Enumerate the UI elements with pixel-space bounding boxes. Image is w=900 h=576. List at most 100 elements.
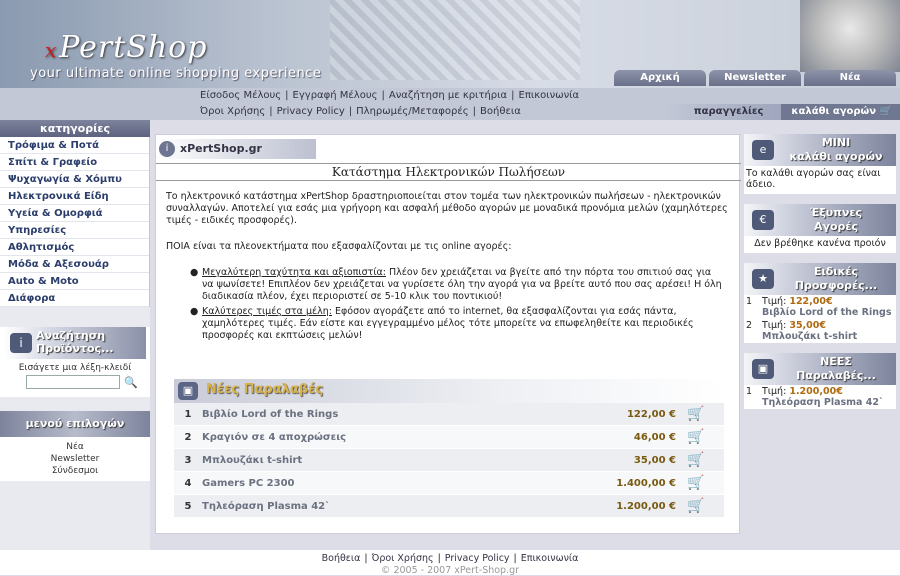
menu-links-link[interactable]: Σύνδεσμοι xyxy=(0,465,150,477)
nav-privacy-link[interactable]: Privacy Policy xyxy=(277,106,345,117)
product-price: 1.400,00 € xyxy=(616,477,676,489)
offer-price: 122,00€ xyxy=(789,296,833,307)
left-sidebar: κατηγορίες Τρόφιμα & Ποτά Σπίτι & Γραφεί… xyxy=(0,120,150,550)
tab-newsletter[interactable]: Newsletter xyxy=(709,70,801,86)
category-electronics[interactable]: Ηλεκτρονικά Είδη xyxy=(0,188,149,205)
site-footer: Βοήθεια | Όροι Χρήσης | Privacy Policy | Επικο… xyxy=(0,550,900,576)
add-to-cart-icon[interactable]: 🛒 xyxy=(676,406,716,422)
cart-bar: παραγγελίες καλάθι αγορών 🛒 xyxy=(663,104,900,120)
nav-sep: | xyxy=(348,106,353,117)
category-entertainment[interactable]: Ψυχαγωγία & Χόμπυ xyxy=(0,171,149,188)
bullet-icon: ● xyxy=(190,267,199,278)
new-title-line2: Παραλαβές... xyxy=(796,369,876,382)
orders-link[interactable]: παραγγελίες xyxy=(663,104,782,120)
offer-price: 35,00€ xyxy=(789,320,826,331)
product-number: 5 xyxy=(184,500,192,512)
add-to-cart-icon[interactable]: 🛒 xyxy=(676,498,716,514)
category-food[interactable]: Τρόφιμα & Ποτά xyxy=(0,137,149,154)
search-box-title: i Αναζήτηση Προϊόντος... xyxy=(4,327,146,359)
tagline: your ultimate online shopping experience xyxy=(30,66,322,81)
offers-title-line1: Ειδικές xyxy=(813,265,859,278)
logo-text: PertShop xyxy=(59,30,208,65)
category-home-office[interactable]: Σπίτι & Γραφείο xyxy=(0,154,149,171)
smart-title-line1: Έξυπνες xyxy=(809,206,863,219)
top-tabs: Αρχική Σελίδα Newsletter Νέα xyxy=(614,70,896,86)
offer-number: 2 xyxy=(746,320,753,331)
mini-cart-title-line2: καλάθι αγορών xyxy=(789,150,883,163)
category-sports[interactable]: Αθλητισμός xyxy=(0,239,149,256)
nav-sep: | xyxy=(285,90,289,101)
offer-name-link[interactable]: Μπλουζάκι t-shirt xyxy=(762,331,857,342)
product-name-link[interactable]: Βιβλίο Lord of the Rings xyxy=(202,409,582,420)
search-input[interactable] xyxy=(26,375,120,389)
product-name-link[interactable]: Gamers PC 2300 xyxy=(202,478,582,489)
new-products-title: Νέες Παραλαβές xyxy=(206,382,324,397)
category-fashion[interactable]: Μόδα & Αξεσουάρ xyxy=(0,256,149,273)
product-price: 35,00 € xyxy=(633,454,676,466)
menu-options-list: Νέα Newsletter Σύνδεσμοι xyxy=(0,437,150,481)
nav-advanced-search-link[interactable]: Αναζήτηση με κριτήρια xyxy=(389,90,507,101)
add-to-cart-icon[interactable]: 🛒 xyxy=(676,475,716,491)
tab-news[interactable]: Νέα xyxy=(804,70,896,86)
product-price: 1.200,00 € xyxy=(616,500,676,512)
product-row: 5 Τηλεόραση Plasma 42` 1.200,00 € 🛒 xyxy=(174,495,724,518)
offer-name-link[interactable]: Βιβλίο Lord of the Rings xyxy=(762,307,891,318)
category-misc[interactable]: Διάφορα xyxy=(0,290,149,307)
new-title-line1: ΝΕΕΣ xyxy=(820,355,852,368)
menu-newsletter-link[interactable]: Newsletter xyxy=(0,453,150,465)
nav-login-link[interactable]: Είσοδος Μέλους xyxy=(200,90,281,101)
nav-help-link[interactable]: Βοήθεια xyxy=(480,106,521,117)
new-arrival-name-link[interactable]: Τηλεόραση Plasma 42` xyxy=(762,397,884,408)
new-arrival-price: 1.200,00€ xyxy=(789,386,843,397)
nav-terms-link[interactable]: Όροι Χρήσης xyxy=(200,106,265,117)
product-number: 2 xyxy=(184,431,192,443)
menu-news-link[interactable]: Νέα xyxy=(0,441,150,453)
special-offers-box: ★ Ειδικές Προσφορές... 1 Τιμή: 122,00€ Βιβλ… xyxy=(744,263,896,343)
menu-options-title: μενού επιλογών xyxy=(0,411,150,437)
footer-privacy-link[interactable]: Privacy Policy xyxy=(445,553,510,564)
nav-payments-link[interactable]: Πληρωμές/Μεταφορές xyxy=(356,106,469,117)
nav-row-members: Είσοδος Μέλους | Εγγραφή Μέλους | Αναζήτηση … xyxy=(200,90,583,101)
offer-number: 1 xyxy=(746,296,753,307)
nav-sep: | xyxy=(269,106,273,117)
nav-register-link[interactable]: Εγγραφή Μέλους xyxy=(293,90,378,101)
product-price: 46,00 € xyxy=(633,431,676,443)
advantage-item: ● Μεγαλύτερη ταχύτητα και αξιοπιστία: Πλέ… xyxy=(190,267,725,303)
footer-links: Βοήθεια | Όροι Χρήσης | Privacy Policy | Επικο… xyxy=(0,550,900,566)
footer-sep: | xyxy=(513,553,517,564)
new-arrivals-title: ▣ ΝΕΕΣ Παραλαβές... xyxy=(744,353,896,385)
product-name-link[interactable]: Τηλεόραση Plasma 42` xyxy=(202,501,582,512)
new-products-list: 1 Βιβλίο Lord of the Rings 122,00 € 🛒 2 Κραγ… xyxy=(174,403,724,518)
add-to-cart-icon[interactable]: 🛒 xyxy=(676,452,716,468)
nav-contact-link[interactable]: Επικοινωνία xyxy=(519,90,580,101)
category-health-beauty[interactable]: Υγεία & Ομορφιά xyxy=(0,205,149,222)
tab-home[interactable]: Αρχική Σελίδα xyxy=(614,70,706,86)
main-header-text: xPertShop.gr xyxy=(180,142,262,155)
product-name-link[interactable]: Κραγιόν σε 4 αποχρώσεις xyxy=(202,432,582,443)
page-title: Κατάστημα Ηλεκτρονικών Πωλήσεων xyxy=(156,163,741,181)
intro-text: Το ηλεκτρονικό κατάστημα xPertShop δραστ… xyxy=(166,191,728,226)
box-icon: ▣ xyxy=(752,359,774,379)
star-icon: ★ xyxy=(752,269,774,289)
offer-item: 2 Τιμή: 35,00€ Μπλουζάκι t-shirt xyxy=(744,319,896,343)
product-name-link[interactable]: Μπλουζάκι t-shirt xyxy=(202,455,582,466)
product-number: 4 xyxy=(184,477,192,489)
search-icon[interactable]: 🔍 xyxy=(124,376,138,389)
categories-title: κατηγορίες xyxy=(0,120,150,137)
footer-terms-link[interactable]: Όροι Χρήσης xyxy=(372,553,434,564)
category-services[interactable]: Υπηρεσίες xyxy=(0,222,149,239)
box-icon: ▣ xyxy=(178,382,198,400)
product-search-box: i Αναζήτηση Προϊόντος... Εισάγετε μια λέξ… xyxy=(0,327,150,397)
category-auto-moto[interactable]: Auto & Moto xyxy=(0,273,149,290)
nav-row-info: Όροι Χρήσης | Privacy Policy | Πληρωμές/Μετα… xyxy=(200,106,525,117)
footer-help-link[interactable]: Βοήθεια xyxy=(322,553,361,564)
site-logo[interactable]: xPertShop xyxy=(45,30,207,65)
footer-contact-link[interactable]: Επικοινωνία xyxy=(521,553,579,564)
advantages-list: ● Μεγαλύτερη ταχύτητα και αξιοπιστία: Πλέ… xyxy=(190,267,725,345)
mini-cart-title-line1: MINI xyxy=(821,136,851,149)
product-price: 122,00 € xyxy=(626,408,676,420)
smart-shopping-text: Δεν βρέθηκε κανένα προιόν xyxy=(754,238,886,249)
advantage-lead: Μεγαλύτερη ταχύτητα και αξιοπιστία: xyxy=(202,267,387,278)
basket-link[interactable]: καλάθι αγορών 🛒 xyxy=(781,104,900,120)
add-to-cart-icon[interactable]: 🛒 xyxy=(676,429,716,445)
